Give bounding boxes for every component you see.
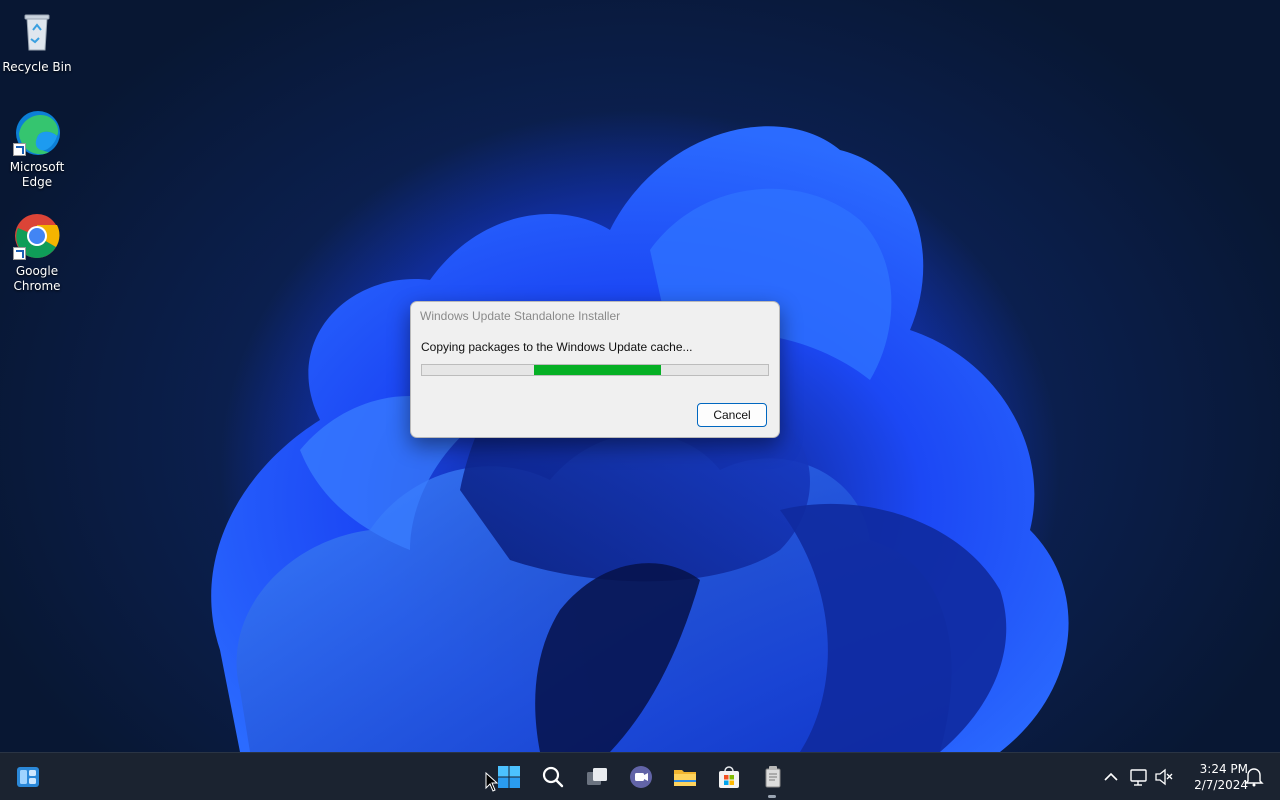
clock-date: 2/7/2024 — [1194, 778, 1248, 792]
desktop-icon-recycle-bin[interactable]: Recycle Bin — [0, 8, 74, 75]
shortcut-arrow-icon — [13, 143, 26, 156]
chrome-icon — [13, 212, 61, 260]
clock[interactable]: 3:24 PM 2/7/2024 — [1182, 761, 1248, 793]
desktop-icon-chrome[interactable]: Google Chrome — [0, 212, 74, 294]
installer-icon[interactable] — [759, 763, 787, 791]
clock-time: 3:24 PM — [1199, 762, 1248, 776]
progress-fill — [534, 365, 661, 375]
taskbar: 3:24 PM 2/7/2024 — [0, 752, 1280, 800]
file-explorer-icon[interactable] — [671, 763, 699, 791]
desktop-icon-edge[interactable]: Microsoft Edge — [0, 108, 74, 190]
cancel-button[interactable]: Cancel — [697, 403, 767, 427]
dialog-title: Windows Update Standalone Installer — [420, 309, 621, 323]
desktop-icon-label: Microsoft Edge — [9, 160, 65, 189]
recycle-bin-icon — [13, 8, 61, 56]
chevron-up-icon[interactable] — [1100, 753, 1122, 800]
network-icon[interactable] — [1128, 753, 1150, 800]
widgets-icon[interactable] — [14, 763, 42, 791]
desktop-icon-label: Recycle Bin — [2, 60, 72, 74]
desktop-icon-label: Google Chrome — [13, 264, 61, 293]
volume-muted-icon[interactable] — [1153, 753, 1175, 800]
teams-chat-icon[interactable] — [627, 763, 655, 791]
installer-dialog: Windows Update Standalone Installer Copy… — [410, 301, 780, 438]
edge-icon — [13, 108, 61, 156]
microsoft-store-icon[interactable] — [715, 763, 743, 791]
shortcut-arrow-icon — [13, 247, 26, 260]
dialog-message: Copying packages to the Windows Update c… — [421, 340, 693, 354]
notification-icon[interactable] — [1244, 753, 1264, 800]
running-indicator — [768, 795, 776, 798]
progress-bar — [421, 364, 769, 376]
task-view-icon[interactable] — [583, 763, 611, 791]
start-icon[interactable] — [495, 763, 523, 791]
search-icon[interactable] — [539, 763, 567, 791]
mouse-cursor-icon — [485, 771, 499, 792]
